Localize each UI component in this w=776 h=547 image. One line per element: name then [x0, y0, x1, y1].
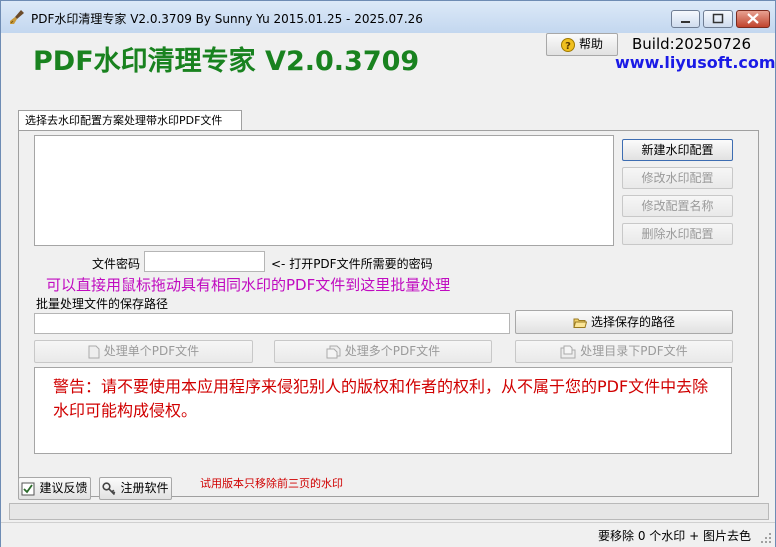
maximize-button[interactable] [703, 10, 733, 28]
resize-grip-icon[interactable] [760, 532, 772, 544]
title-bar[interactable]: PDF水印清理专家 V2.0.3709 By Sunny Yu 2015.01.… [1, 1, 775, 33]
feedback-icon [21, 482, 35, 495]
drag-hint: 可以直接用鼠标拖动具有相同水印的PDF文件到这里批量处理 [46, 276, 451, 294]
close-icon [747, 13, 759, 24]
status-text: 要移除 0 个水印 + 图片去色 [598, 529, 751, 543]
process-single-label: 处理单个PDF文件 [103, 344, 200, 358]
save-path-label: 批量处理文件的保存路径 [36, 297, 169, 311]
password-label: 文件密码 [92, 257, 141, 271]
window-title: PDF水印清理专家 V2.0.3709 By Sunny Yu 2015.01.… [31, 12, 423, 26]
register-button[interactable]: 注册软件 [99, 477, 172, 500]
feedback-label: 建议反馈 [39, 481, 88, 495]
close-window-button[interactable] [736, 10, 770, 28]
register-label: 注册软件 [120, 481, 169, 495]
status-bar: 要移除 0 个水印 + 图片去色 [1, 522, 775, 547]
minimize-button[interactable] [671, 10, 700, 28]
warning-text: 警告：请不要使用本应用程序来侵犯别人的版权和作者的权利，从不属于您的PDF文件中… [53, 377, 709, 420]
password-hint: <- 打开PDF文件所需要的密码 [271, 257, 433, 271]
directory-icon [560, 345, 576, 358]
choose-save-path-label: 选择保存的路径 [590, 315, 675, 329]
folder-icon [573, 318, 587, 328]
rename-config-button[interactable]: 修改配置名称 [622, 195, 733, 217]
config-list[interactable] [34, 135, 614, 246]
process-directory-label: 处理目录下PDF文件 [580, 344, 688, 358]
question-icon: ? [560, 37, 575, 52]
key-icon [102, 481, 116, 495]
tab-watermark-config[interactable]: 选择去水印配置方案处理带水印PDF文件 [18, 110, 242, 131]
edit-config-button[interactable]: 修改水印配置 [622, 167, 733, 189]
process-multiple-label: 处理多个PDF文件 [344, 344, 441, 358]
svg-text:?: ? [565, 41, 571, 52]
file-icon [88, 345, 100, 358]
password-field[interactable] [144, 251, 265, 272]
warning-box: 警告：请不要使用本应用程序来侵犯别人的版权和作者的权利，从不属于您的PDF文件中… [34, 367, 732, 454]
app-heading: PDF水印清理专家 V2.0.3709 [33, 46, 420, 77]
app-window: PDF水印清理专家 V2.0.3709 By Sunny Yu 2015.01.… [0, 0, 776, 547]
main-content: PDF水印清理专家 V2.0.3709 ? 帮助 Build:20250726 … [1, 33, 776, 547]
process-multiple-button[interactable]: 处理多个PDF文件 [274, 340, 492, 363]
minimize-icon [681, 21, 690, 23]
new-config-button[interactable]: 新建水印配置 [622, 139, 733, 161]
progress-bar [9, 503, 769, 520]
website-link[interactable]: www.liyusoft.com [615, 53, 776, 72]
build-label: Build:20250726 [632, 35, 752, 53]
process-single-button[interactable]: 处理单个PDF文件 [34, 340, 253, 363]
delete-config-button[interactable]: 删除水印配置 [622, 223, 733, 245]
maximize-icon [712, 13, 724, 24]
choose-save-path-button[interactable]: 选择保存的路径 [515, 310, 733, 334]
help-label: 帮助 [578, 37, 603, 51]
feedback-button[interactable]: 建议反馈 [18, 477, 91, 500]
save-path-field[interactable] [34, 313, 510, 334]
brush-icon [10, 10, 24, 24]
help-button[interactable]: ? 帮助 [546, 33, 618, 56]
process-directory-button[interactable]: 处理目录下PDF文件 [515, 340, 733, 363]
files-icon [326, 345, 341, 358]
trial-note: 试用版本只移除前三页的水印 [200, 477, 343, 490]
